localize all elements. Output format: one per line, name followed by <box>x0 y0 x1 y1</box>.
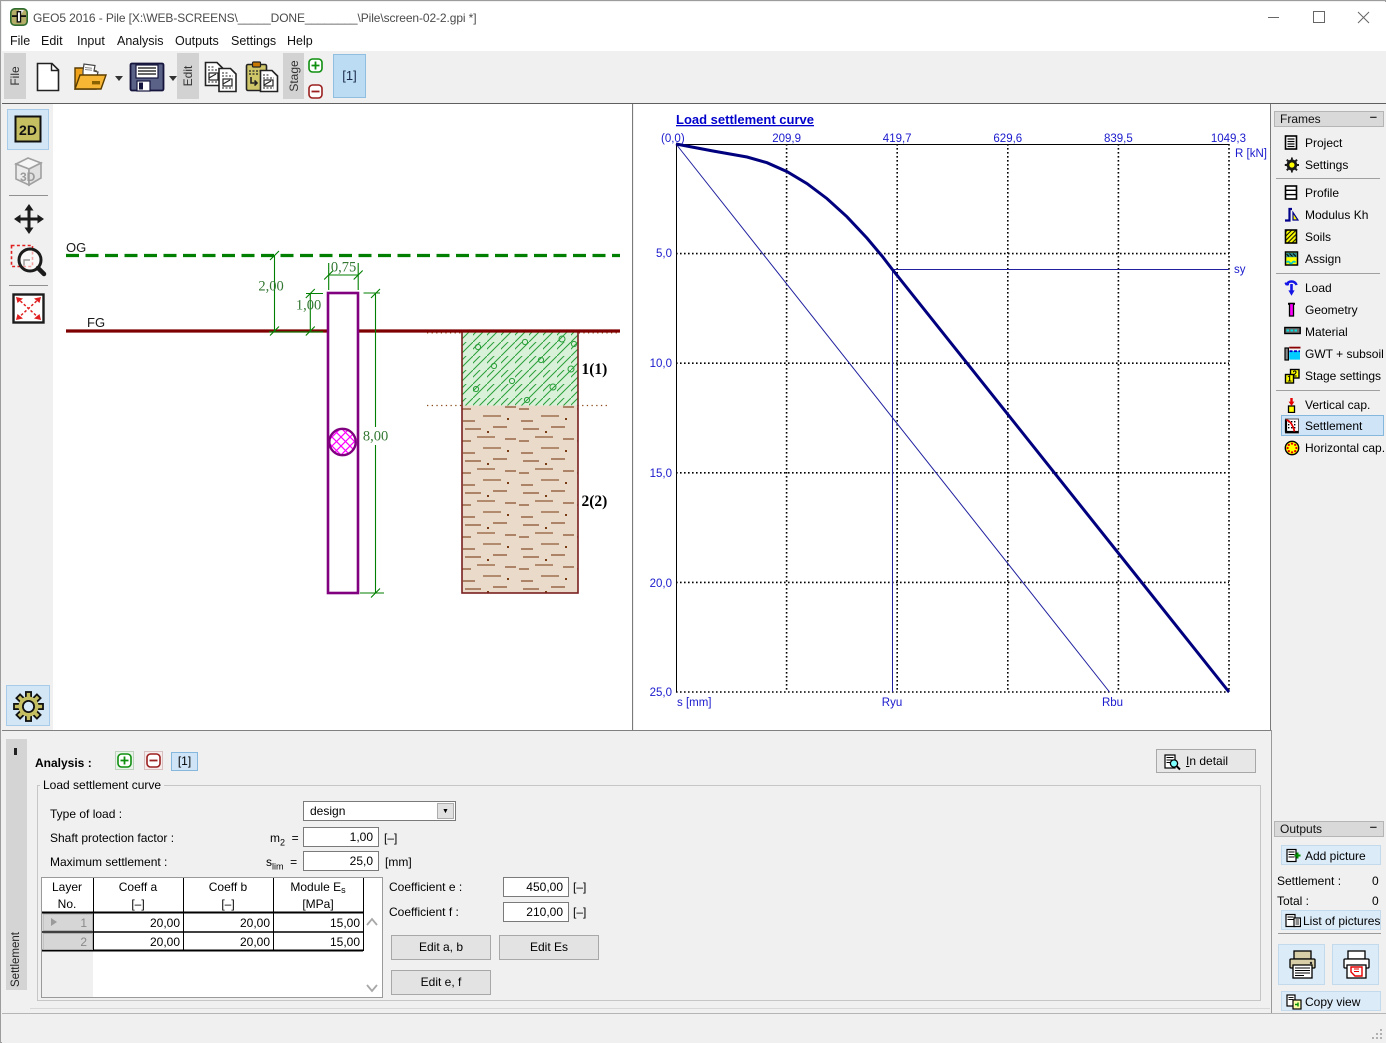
svg-text:629,6: 629,6 <box>993 133 1022 145</box>
svg-text:15,0: 15,0 <box>650 468 672 480</box>
svg-text:20,00: 20,00 <box>150 916 180 930</box>
svg-text:2(2): 2(2) <box>582 493 608 510</box>
svg-text:OG: OG <box>66 240 86 255</box>
svg-text:[MPa]: [MPa] <box>302 897 333 911</box>
svg-text:Coeff b: Coeff b <box>209 880 248 894</box>
svg-text:1: 1 <box>80 916 87 930</box>
svg-text:1(1): 1(1) <box>582 361 608 378</box>
svg-text:10,0: 10,0 <box>650 358 672 370</box>
svg-text:1,00: 1,00 <box>296 298 321 314</box>
svg-text:[–]: [–] <box>221 897 234 911</box>
svg-text:0,75: 0,75 <box>331 260 356 276</box>
svg-text:209,9: 209,9 <box>772 133 801 145</box>
svg-text:5,0: 5,0 <box>656 248 672 260</box>
svg-text:2D: 2D <box>19 122 37 138</box>
svg-text:20,00: 20,00 <box>150 935 180 949</box>
svg-text:No.: No. <box>58 897 77 911</box>
svg-text:20,00: 20,00 <box>240 916 270 930</box>
svg-text:[–]: [–] <box>131 897 144 911</box>
svg-text:Module Es: Module Es <box>290 880 346 895</box>
svg-text:s [mm]: s [mm] <box>677 697 712 709</box>
svg-text:FG: FG <box>87 315 105 330</box>
svg-text:sy: sy <box>1234 264 1246 276</box>
svg-text:839,5: 839,5 <box>1104 133 1133 145</box>
svg-text:(0,0): (0,0) <box>661 133 685 145</box>
svg-text:1049,3: 1049,3 <box>1211 133 1246 145</box>
svg-text:15,00: 15,00 <box>330 916 360 930</box>
svg-text:R [kN]: R [kN] <box>1235 148 1267 160</box>
svg-text:Ryu: Ryu <box>882 697 902 709</box>
svg-text:Rbu: Rbu <box>1102 697 1123 709</box>
svg-text:Coeff a: Coeff a <box>119 880 158 894</box>
svg-text:Layer: Layer <box>52 880 82 894</box>
svg-text:2,00: 2,00 <box>258 279 283 295</box>
svg-text:419,7: 419,7 <box>883 133 912 145</box>
svg-text:Load settlement curve: Load settlement curve <box>676 112 814 127</box>
svg-text:15,00: 15,00 <box>330 935 360 949</box>
svg-text:8,00: 8,00 <box>363 429 388 445</box>
svg-text:2: 2 <box>80 935 87 949</box>
svg-text:25,0: 25,0 <box>650 687 672 699</box>
svg-text:1: 1 <box>1287 375 1292 384</box>
svg-text:20,00: 20,00 <box>240 935 270 949</box>
svg-text:20,0: 20,0 <box>650 578 672 590</box>
svg-text:3D: 3D <box>20 170 36 184</box>
